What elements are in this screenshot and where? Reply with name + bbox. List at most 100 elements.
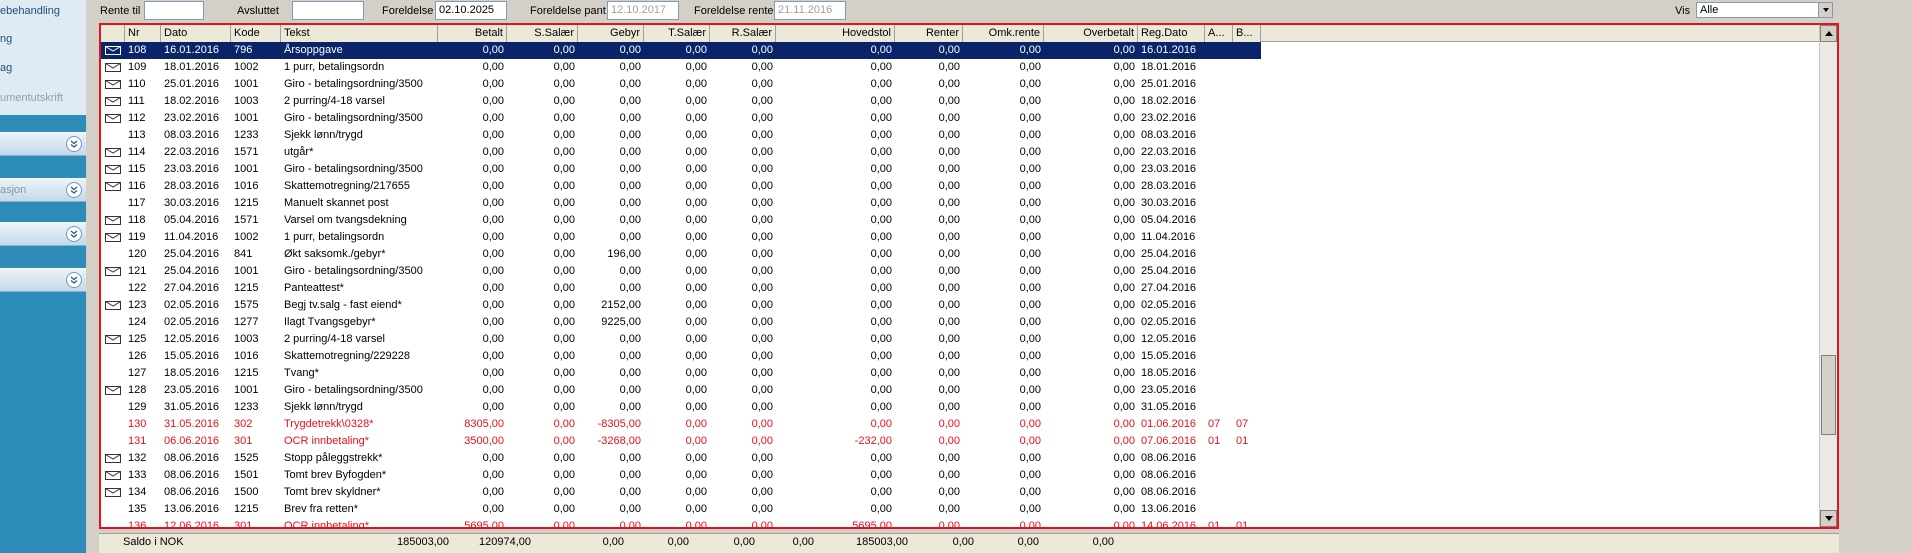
- double-chevron-down-icon[interactable]: [66, 182, 82, 198]
- table-cell: [1233, 76, 1261, 93]
- table-row[interactable]: 119 11.04.2016 1002 1 purr, betalingsordn 0,…: [101, 229, 1819, 246]
- column-header[interactable]: Gebyr: [578, 25, 644, 42]
- vis-select[interactable]: Alle: [1696, 2, 1833, 18]
- table-cell: [1205, 178, 1233, 195]
- column-header[interactable]: R.Salær: [710, 25, 776, 42]
- column-header[interactable]: Dato: [161, 25, 231, 42]
- table-cell: 0,00: [1019, 367, 1041, 379]
- column-header[interactable]: Overbetalt: [1044, 25, 1138, 42]
- table-cell: Giro - betalingsordning/3500: [284, 163, 423, 175]
- column-header[interactable]: S.Salær: [507, 25, 578, 42]
- table-cell: 0,00: [870, 78, 892, 90]
- nav-menu-item[interactable]: ag: [0, 62, 12, 76]
- table-row[interactable]: 118 05.04.2016 1571 Varsel om tvangsdekning…: [101, 212, 1819, 229]
- table-row[interactable]: 134 08.06.2016 1500 Tomt brev skyldner* 0,00…: [101, 484, 1819, 501]
- avsluttet-input[interactable]: [292, 1, 364, 20]
- double-chevron-down-icon[interactable]: [66, 136, 82, 152]
- table-row[interactable]: 135 13.06.2016 1215 Brev fra retten* 0,00 0,0…: [101, 501, 1819, 518]
- table-row[interactable]: 128 23.05.2016 1001 Giro - betalingsordning…: [101, 382, 1819, 399]
- table-cell: Sjekk lønn/trygd: [284, 129, 363, 141]
- table-cell: 0,00: [619, 129, 641, 141]
- double-chevron-down-icon[interactable]: [66, 272, 82, 288]
- nav-menu-item[interactable]: umentutskrift: [0, 92, 63, 106]
- column-header[interactable]: T.Salær: [644, 25, 710, 42]
- table-cell: [1233, 144, 1261, 161]
- nav-section[interactable]: asjon: [0, 178, 86, 202]
- table-cell: 0,00: [619, 282, 641, 294]
- table-row[interactable]: 111 18.02.2016 1003 2 purring/4-18 varsel 0,…: [101, 93, 1819, 110]
- double-chevron-down-icon[interactable]: [66, 226, 82, 242]
- column-header[interactable]: Hovedstol: [776, 25, 895, 42]
- table-row[interactable]: 127 18.05.2016 1215 Tvang* 0,00 0,00 0,00 0,00 0…: [101, 365, 1819, 382]
- table-row[interactable]: 109 18.01.2016 1002 1 purr, betalingsordn 0,…: [101, 59, 1819, 76]
- nav-section[interactable]: [0, 222, 86, 246]
- table-cell: 0,00: [751, 282, 773, 294]
- header-icon-column: [101, 25, 125, 42]
- foreldelse-input[interactable]: 02.10.2025: [435, 1, 507, 20]
- table-cell: 132: [128, 452, 147, 464]
- table-row[interactable]: 121 25.04.2016 1001 Giro - betalingsordning…: [101, 263, 1819, 280]
- table-cell: 0,00: [482, 299, 504, 311]
- table-row[interactable]: 124 02.05.2016 1277 Ilagt Tvangsgebyr* 0,00 0…: [101, 314, 1819, 331]
- nav-section[interactable]: [0, 268, 86, 292]
- table-cell: Tomt brev skyldner*: [284, 486, 381, 498]
- column-header[interactable]: Tekst: [281, 25, 438, 42]
- table-cell: 0,00: [553, 163, 575, 175]
- table-cell: 0,00: [685, 231, 707, 243]
- foreldelse-pant-input[interactable]: 12.10.2017: [607, 1, 679, 20]
- ledger-grid: Nr Dato Kode Tekst Betalt S.Salær Gebyr T.Salær…: [99, 23, 1839, 529]
- vertical-scrollbar[interactable]: [1819, 25, 1837, 527]
- table-row[interactable]: 120 25.04.2016 841 Økt saksomk./gebyr* 0,00 0…: [101, 246, 1819, 263]
- table-row[interactable]: 113 08.03.2016 1233 Sjekk lønn/trygd 0,00 0,0…: [101, 127, 1819, 144]
- table-cell: 0,00: [578, 42, 644, 59]
- table-row[interactable]: 132 08.06.2016 1525 Stopp påleggstrekk* 0,00…: [101, 450, 1819, 467]
- table-row[interactable]: 110 25.01.2016 1001 Giro - betalingsordning…: [101, 76, 1819, 93]
- table-row[interactable]: 112 23.02.2016 1001 Giro - betalingsordning…: [101, 110, 1819, 127]
- table-row[interactable]: 123 02.05.2016 1575 Begj tv.salg - fast eie…: [101, 297, 1819, 314]
- table-row[interactable]: 114 22.03.2016 1571 utgår* 0,00 0,00 0,00 0,00 0…: [101, 144, 1819, 161]
- table-cell: Trygdetrekk\0328*: [284, 418, 374, 430]
- nav-menu-item[interactable]: ng: [0, 33, 12, 47]
- chevron-down-icon[interactable]: [1818, 3, 1832, 17]
- column-header[interactable]: Renter: [895, 25, 963, 42]
- table-row[interactable]: 133 08.06.2016 1501 Tomt brev Byfogden* 0,00…: [101, 467, 1819, 484]
- scroll-up-button[interactable]: [1820, 25, 1837, 42]
- table-cell: 0,00: [685, 418, 707, 430]
- foreldelse-renter-input[interactable]: 21.11.2016: [774, 1, 846, 20]
- scroll-down-button[interactable]: [1820, 510, 1837, 527]
- table-row[interactable]: 130 31.05.2016 302 Trygdetrekk\0328* 8305,00…: [101, 416, 1819, 433]
- column-header[interactable]: Omk.rente: [963, 25, 1044, 42]
- table-cell: 120: [128, 248, 147, 260]
- table-cell: 02.05.2016: [164, 299, 220, 311]
- table-row[interactable]: 117 30.03.2016 1215 Manuelt skannet post 0,0…: [101, 195, 1819, 212]
- foreldelse-renter-label: Foreldelse renter: [694, 5, 778, 17]
- table-cell: 0,00: [1113, 384, 1135, 396]
- nav-section[interactable]: [0, 132, 86, 156]
- table-cell: 0,00: [751, 418, 773, 430]
- table-row[interactable]: 108 16.01.2016 796 Årsoppgave 0,00 0,00 0,00 0,…: [101, 42, 1819, 59]
- table-cell: 2 purring/4-18 varsel: [284, 333, 385, 345]
- column-header[interactable]: Kode: [231, 25, 281, 42]
- table-row[interactable]: 126 15.05.2016 1016 Skattemotregning/229228…: [101, 348, 1819, 365]
- table-row[interactable]: 122 27.04.2016 1215 Panteattest* 0,00 0,00 0,0…: [101, 280, 1819, 297]
- column-header[interactable]: A...: [1205, 25, 1233, 42]
- table-cell: 12.06.2016: [164, 520, 220, 527]
- table-row[interactable]: 116 28.03.2016 1016 Skattemotregning/217655…: [101, 178, 1819, 195]
- table-row[interactable]: 125 12.05.2016 1003 2 purring/4-18 varsel 0,…: [101, 331, 1819, 348]
- table-cell: 0,00: [619, 265, 641, 277]
- table-cell: 31.05.2016: [1141, 401, 1197, 413]
- nav-menu-item[interactable]: ebehandling: [0, 5, 60, 19]
- rente-til-input[interactable]: [144, 1, 204, 20]
- column-header[interactable]: Nr: [125, 25, 161, 42]
- foreldelse-pant-label: Foreldelse pant: [530, 5, 606, 17]
- table-row[interactable]: 136 12.06.2016 301 OCR innbetaling* 5695,00 0…: [101, 518, 1819, 527]
- table-row[interactable]: 131 06.06.2016 301 OCR innbetaling* 3500,00 0…: [101, 433, 1819, 450]
- column-header[interactable]: B...: [1233, 25, 1261, 42]
- table-cell: 0,00: [619, 78, 641, 90]
- table-cell: 841: [234, 248, 253, 260]
- table-row[interactable]: 129 31.05.2016 1233 Sjekk lønn/trygd 0,00 0,0…: [101, 399, 1819, 416]
- column-header[interactable]: Reg.Dato: [1138, 25, 1205, 42]
- column-header[interactable]: Betalt: [438, 25, 507, 42]
- scroll-thumb[interactable]: [1821, 355, 1836, 435]
- table-row[interactable]: 115 23.03.2016 1001 Giro - betalingsordning…: [101, 161, 1819, 178]
